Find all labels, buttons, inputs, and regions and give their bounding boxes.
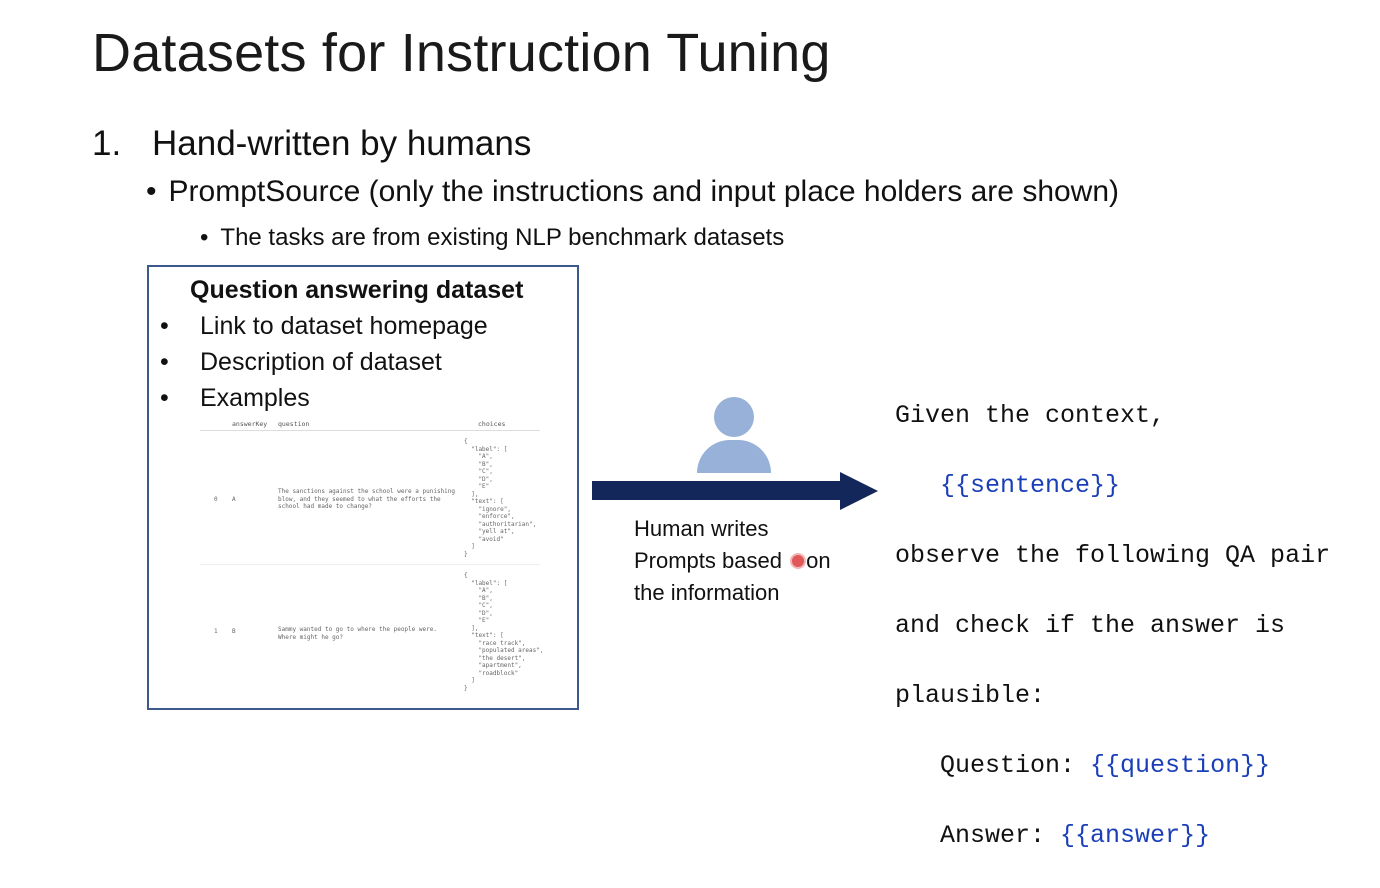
column-header-choices: choices [478,420,506,428]
panel-item-label: Link to dataset homepage [200,312,488,340]
row-divider [200,564,540,565]
row-question: The sanctions against the school were a … [278,488,456,510]
prompt-line: Answer: {{answer}} [895,818,1330,853]
level1-number: 1. [92,124,122,163]
prompt-line: and check if the answer is [895,611,1286,640]
caption-line: Human writes [634,516,769,541]
placeholder-question: {{question}} [1090,751,1271,780]
slide-title: Datasets for Instruction Tuning [92,23,831,83]
level2-text: PromptSource (only the instructions and … [168,175,1120,208]
caption-line: Prompts based on [634,545,831,577]
person-icon [697,440,771,473]
panel-item-description: • Description of dataset [160,348,442,377]
prompt-line: plausible: [895,681,1046,710]
bullet: • [160,312,169,340]
row-index: 1 [214,628,218,635]
level2-item: • PromptSource (only the instructions and… [146,175,1119,209]
prompt-line: Given the context, [895,401,1166,430]
row-choices: { "label": [ "A", "B", "C", "D", "E" ], … [464,572,544,692]
level1-text: Hand-written by humans [152,124,532,163]
examples-table: answerKey question choices 0 A The sanct… [200,416,545,706]
row-choices: { "label": [ "A", "B", "C", "D", "E" ], … [464,438,537,558]
column-header-question: question [278,420,310,428]
bullet: • [146,175,157,208]
row-answerkey: B [232,628,236,635]
placeholder-sentence: {{sentence}} [940,471,1121,500]
answer-label: Answer: [940,821,1061,850]
prompt-line: Question: {{question}} [895,748,1330,783]
panel-item-examples: • Examples [160,384,310,413]
row-index: 0 [214,496,218,503]
panel-item-label: Description of dataset [200,348,442,376]
panel-item-label: Examples [200,384,310,412]
prompt-line: {{sentence}} [895,468,1330,503]
right-arrow-icon [592,472,878,510]
bullet: • [160,348,169,376]
question-label: Question: [940,751,1091,780]
panel-title: Question answering dataset [190,276,524,304]
caption-text: Prompts based [634,548,789,573]
cursor-dot-icon [790,553,807,569]
header-divider [200,430,540,431]
prompt-template: Given the context, {{sentence}} observe … [895,363,1330,888]
prompt-line: observe the following QA pair [895,541,1331,570]
panel-item-homepage: • Link to dataset homepage [160,312,488,341]
row-question: Sammy wanted to go to where the people w… [278,626,437,641]
row-answerkey: A [232,496,236,503]
caption-text: on [806,548,831,573]
column-header-answerkey: answerKey [232,420,268,428]
person-icon-head [714,397,754,437]
bullet: • [160,384,169,412]
level1-item: 1. Hand-written by humans [92,124,531,164]
bullet: • [200,224,209,251]
level3-text: The tasks are from existing NLP benchmar… [220,224,785,251]
level3-item: • The tasks are from existing NLP benchma… [200,224,784,252]
caption: Human writes Prompts based on the inform… [634,513,831,609]
caption-line: the information [634,580,780,605]
placeholder-answer: {{answer}} [1060,821,1211,850]
